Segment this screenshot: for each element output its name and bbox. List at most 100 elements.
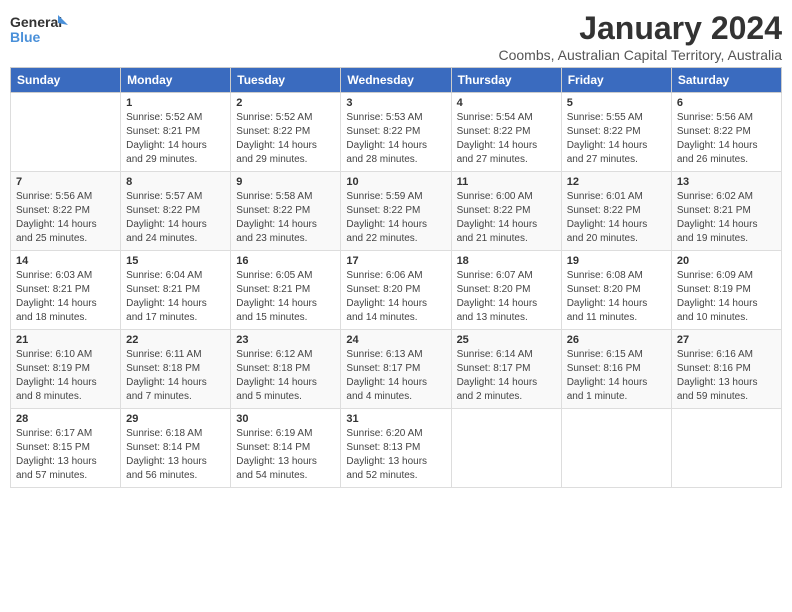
day-cell: 23 Sunrise: 6:12 AM Sunset: 8:18 PM Dayli… (231, 330, 341, 409)
day-info: Sunrise: 5:58 AM Sunset: 8:22 PM Dayligh… (236, 190, 335, 246)
day-cell (561, 409, 671, 488)
col-header-friday: Friday (561, 68, 671, 93)
day-cell: 21 Sunrise: 6:10 AM Sunset: 8:19 PM Dayli… (11, 330, 121, 409)
day-info: Sunrise: 6:13 AM Sunset: 8:17 PM Dayligh… (346, 348, 445, 404)
week-row-5: 28 Sunrise: 6:17 AM Sunset: 8:15 PM Dayli… (11, 409, 782, 488)
day-info: Sunrise: 6:06 AM Sunset: 8:20 PM Dayligh… (346, 269, 445, 325)
day-cell (671, 409, 781, 488)
day-cell (11, 93, 121, 172)
col-header-wednesday: Wednesday (341, 68, 451, 93)
day-number: 17 (346, 255, 445, 267)
day-number: 19 (567, 255, 666, 267)
day-cell: 27Sunrise: 6:16 AM Sunset: 8:16 PM Dayli… (671, 330, 781, 409)
day-number: 13 (677, 176, 776, 188)
day-cell: 13 Sunrise: 6:02 AM Sunset: 8:21 PM Dayli… (671, 172, 781, 251)
day-cell: 30Sunrise: 6:19 AM Sunset: 8:14 PM Dayli… (231, 409, 341, 488)
day-info: Sunrise: 5:57 AM Sunset: 8:22 PM Dayligh… (126, 190, 225, 246)
day-info: Sunrise: 6:03 AM Sunset: 8:21 PM Dayligh… (16, 269, 115, 325)
day-info: Sunrise: 6:10 AM Sunset: 8:19 PM Dayligh… (16, 348, 115, 404)
day-cell: 12Sunrise: 6:01 AM Sunset: 8:22 PM Dayli… (561, 172, 671, 251)
day-info: Sunrise: 5:56 AM Sunset: 8:22 PM Dayligh… (16, 190, 115, 246)
day-info: Sunrise: 6:00 AM Sunset: 8:22 PM Dayligh… (457, 190, 556, 246)
day-number: 14 (16, 255, 115, 267)
day-number: 7 (16, 176, 115, 188)
week-row-2: 7 Sunrise: 5:56 AM Sunset: 8:22 PM Daylig… (11, 172, 782, 251)
day-info: Sunrise: 6:08 AM Sunset: 8:20 PM Dayligh… (567, 269, 666, 325)
day-number: 21 (16, 334, 115, 346)
day-info: Sunrise: 5:55 AM Sunset: 8:22 PM Dayligh… (567, 111, 666, 167)
svg-text:General: General (10, 14, 62, 30)
day-info: Sunrise: 6:11 AM Sunset: 8:18 PM Dayligh… (126, 348, 225, 404)
day-number: 24 (346, 334, 445, 346)
day-number: 8 (126, 176, 225, 188)
day-info: Sunrise: 6:02 AM Sunset: 8:21 PM Dayligh… (677, 190, 776, 246)
day-info: Sunrise: 6:17 AM Sunset: 8:15 PM Dayligh… (16, 427, 115, 483)
day-info: Sunrise: 5:52 AM Sunset: 8:21 PM Dayligh… (126, 111, 225, 167)
day-number: 15 (126, 255, 225, 267)
day-number: 11 (457, 176, 556, 188)
day-cell: 24 Sunrise: 6:13 AM Sunset: 8:17 PM Dayli… (341, 330, 451, 409)
day-number: 29 (126, 413, 225, 425)
day-number: 20 (677, 255, 776, 267)
day-number: 26 (567, 334, 666, 346)
day-number: 2 (236, 97, 335, 109)
day-cell: 1Sunrise: 5:52 AM Sunset: 8:21 PM Daylig… (121, 93, 231, 172)
day-cell (451, 409, 561, 488)
day-info: Sunrise: 6:18 AM Sunset: 8:14 PM Dayligh… (126, 427, 225, 483)
title-area: January 2024 Coombs, Australian Capital … (499, 10, 783, 63)
col-header-saturday: Saturday (671, 68, 781, 93)
col-header-monday: Monday (121, 68, 231, 93)
day-number: 23 (236, 334, 335, 346)
calendar-table: SundayMondayTuesdayWednesdayThursdayFrid… (10, 67, 782, 488)
day-info: Sunrise: 6:12 AM Sunset: 8:18 PM Dayligh… (236, 348, 335, 404)
day-cell: 6Sunrise: 5:56 AM Sunset: 8:22 PM Daylig… (671, 93, 781, 172)
logo: GeneralBlue (10, 10, 70, 50)
logo-svg: GeneralBlue (10, 10, 70, 50)
day-number: 6 (677, 97, 776, 109)
day-number: 5 (567, 97, 666, 109)
day-cell: 15 Sunrise: 6:04 AM Sunset: 8:21 PM Dayli… (121, 251, 231, 330)
day-info: Sunrise: 5:53 AM Sunset: 8:22 PM Dayligh… (346, 111, 445, 167)
day-info: Sunrise: 6:05 AM Sunset: 8:21 PM Dayligh… (236, 269, 335, 325)
day-info: Sunrise: 6:14 AM Sunset: 8:17 PM Dayligh… (457, 348, 556, 404)
day-number: 16 (236, 255, 335, 267)
day-cell: 11 Sunrise: 6:00 AM Sunset: 8:22 PM Dayli… (451, 172, 561, 251)
day-info: Sunrise: 6:09 AM Sunset: 8:19 PM Dayligh… (677, 269, 776, 325)
calendar-body: 1Sunrise: 5:52 AM Sunset: 8:21 PM Daylig… (11, 93, 782, 488)
day-number: 10 (346, 176, 445, 188)
day-number: 31 (346, 413, 445, 425)
day-cell: 28 Sunrise: 6:17 AM Sunset: 8:15 PM Dayli… (11, 409, 121, 488)
day-cell: 16 Sunrise: 6:05 AM Sunset: 8:21 PM Dayli… (231, 251, 341, 330)
day-cell: 17 Sunrise: 6:06 AM Sunset: 8:20 PM Dayli… (341, 251, 451, 330)
day-number: 22 (126, 334, 225, 346)
day-cell: 22 Sunrise: 6:11 AM Sunset: 8:18 PM Dayli… (121, 330, 231, 409)
day-cell: 9Sunrise: 5:58 AM Sunset: 8:22 PM Daylig… (231, 172, 341, 251)
day-number: 18 (457, 255, 556, 267)
day-cell: 18Sunrise: 6:07 AM Sunset: 8:20 PM Dayli… (451, 251, 561, 330)
day-info: Sunrise: 6:04 AM Sunset: 8:21 PM Dayligh… (126, 269, 225, 325)
week-row-1: 1Sunrise: 5:52 AM Sunset: 8:21 PM Daylig… (11, 93, 782, 172)
day-info: Sunrise: 6:15 AM Sunset: 8:16 PM Dayligh… (567, 348, 666, 404)
day-info: Sunrise: 5:52 AM Sunset: 8:22 PM Dayligh… (236, 111, 335, 167)
day-number: 28 (16, 413, 115, 425)
col-header-thursday: Thursday (451, 68, 561, 93)
calendar-header: SundayMondayTuesdayWednesdayThursdayFrid… (11, 68, 782, 93)
day-number: 4 (457, 97, 556, 109)
week-row-3: 14 Sunrise: 6:03 AM Sunset: 8:21 PM Dayli… (11, 251, 782, 330)
day-cell: 5 Sunrise: 5:55 AM Sunset: 8:22 PM Daylig… (561, 93, 671, 172)
day-cell: 29 Sunrise: 6:18 AM Sunset: 8:14 PM Dayli… (121, 409, 231, 488)
day-number: 25 (457, 334, 556, 346)
day-cell: 26 Sunrise: 6:15 AM Sunset: 8:16 PM Dayli… (561, 330, 671, 409)
day-info: Sunrise: 6:01 AM Sunset: 8:22 PM Dayligh… (567, 190, 666, 246)
day-cell: 25 Sunrise: 6:14 AM Sunset: 8:17 PM Dayli… (451, 330, 561, 409)
day-cell: 14 Sunrise: 6:03 AM Sunset: 8:21 PM Dayli… (11, 251, 121, 330)
day-number: 30 (236, 413, 335, 425)
header-row: SundayMondayTuesdayWednesdayThursdayFrid… (11, 68, 782, 93)
day-info: Sunrise: 5:54 AM Sunset: 8:22 PM Dayligh… (457, 111, 556, 167)
day-cell: 19 Sunrise: 6:08 AM Sunset: 8:20 PM Dayli… (561, 251, 671, 330)
day-cell: 3Sunrise: 5:53 AM Sunset: 8:22 PM Daylig… (341, 93, 451, 172)
day-cell: 7 Sunrise: 5:56 AM Sunset: 8:22 PM Daylig… (11, 172, 121, 251)
header: GeneralBlue January 2024 Coombs, Austral… (10, 10, 782, 63)
day-cell: 10Sunrise: 5:59 AM Sunset: 8:22 PM Dayli… (341, 172, 451, 251)
day-cell: 20 Sunrise: 6:09 AM Sunset: 8:19 PM Dayli… (671, 251, 781, 330)
